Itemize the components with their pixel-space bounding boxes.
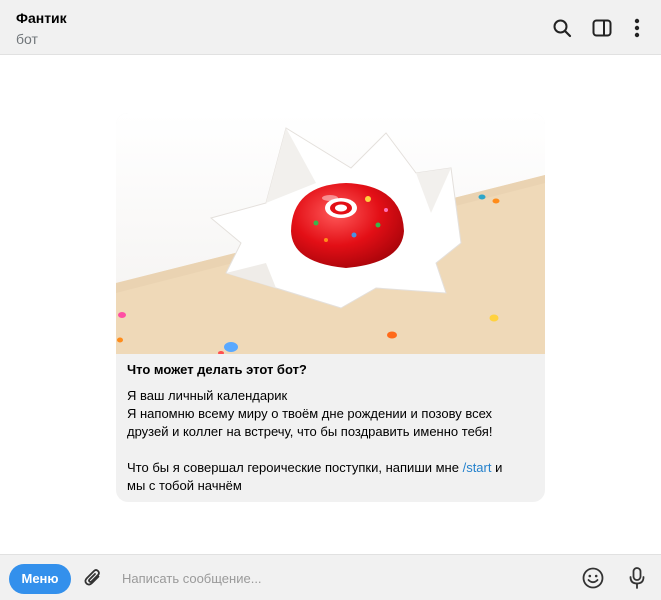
sidebar-toggle-icon[interactable] xyxy=(591,17,613,39)
message-input[interactable] xyxy=(122,567,562,589)
bot-info-card: Что может делать этот бот? Я ваш личный … xyxy=(116,113,545,502)
bot-description-line: Я напомню всему миру о твоём дне рождени… xyxy=(127,406,493,421)
bot-cover-image xyxy=(116,113,545,354)
emoji-icon[interactable] xyxy=(581,566,605,590)
paperclip-icon[interactable] xyxy=(82,567,104,589)
bot-description-line: Я ваш личный календарик xyxy=(127,388,288,403)
message-composer: Меню xyxy=(0,554,661,600)
start-command-link[interactable]: /start xyxy=(463,460,492,475)
search-icon[interactable] xyxy=(551,17,573,39)
bot-description-line: друзей и коллег на встречу, что бы поздр… xyxy=(127,424,493,439)
more-vertical-icon[interactable] xyxy=(626,17,648,39)
bot-info-heading: Что может делать этот бот? xyxy=(127,362,307,377)
bot-description-text: и xyxy=(491,460,503,475)
chat-title[interactable]: Фантик xyxy=(16,10,67,26)
chat-header: Фантик бот xyxy=(0,0,661,55)
microphone-icon[interactable] xyxy=(626,566,648,590)
bot-description-text: Что бы я совершал героические поступки, … xyxy=(127,460,463,475)
bot-menu-button[interactable]: Меню xyxy=(9,564,71,594)
bot-description-line: Что бы я совершал героические поступки, … xyxy=(127,460,502,475)
chat-subtitle: бот xyxy=(16,31,38,47)
bot-description-line: мы с тобой начнём xyxy=(127,478,242,493)
